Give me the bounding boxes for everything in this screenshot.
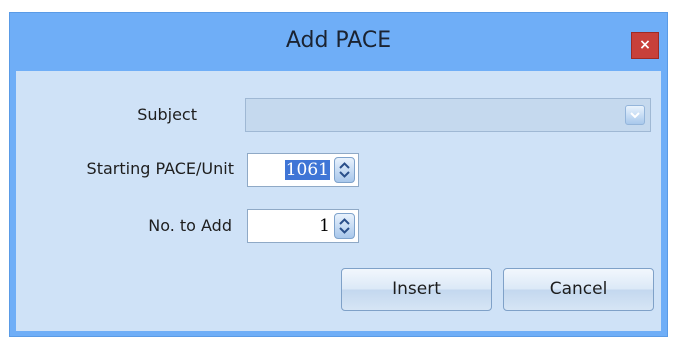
close-button[interactable]: × bbox=[631, 32, 659, 59]
add-pace-dialog: Add PACE × Subject Starting PACE/Unit 10… bbox=[9, 12, 668, 337]
dropdown-button[interactable] bbox=[625, 105, 645, 125]
title-bar[interactable]: Add PACE × bbox=[10, 13, 667, 71]
spin-up-down-icon bbox=[339, 218, 350, 234]
starting-pace-value[interactable]: 1061 bbox=[284, 160, 330, 180]
starting-pace-label: Starting PACE/Unit bbox=[86, 159, 234, 178]
chevron-down-icon bbox=[630, 112, 640, 119]
dialog-title: Add PACE bbox=[285, 28, 392, 53]
cancel-button[interactable]: Cancel bbox=[503, 268, 654, 311]
spin-up-down-icon bbox=[339, 162, 350, 178]
no-to-add-spinner[interactable]: 1 bbox=[247, 209, 359, 243]
starting-pace-spinner[interactable]: 1061 bbox=[247, 153, 359, 187]
subject-label: Subject bbox=[137, 105, 197, 124]
dialog-body: Subject Starting PACE/Unit 1061 No. to A… bbox=[16, 71, 661, 331]
subject-dropdown[interactable] bbox=[245, 98, 651, 132]
no-to-add-label: No. to Add bbox=[148, 216, 232, 235]
insert-button[interactable]: Insert bbox=[341, 268, 492, 311]
starting-pace-spin-buttons[interactable] bbox=[334, 157, 355, 183]
no-to-add-value[interactable]: 1 bbox=[319, 216, 330, 236]
no-to-add-spin-buttons[interactable] bbox=[334, 213, 355, 239]
